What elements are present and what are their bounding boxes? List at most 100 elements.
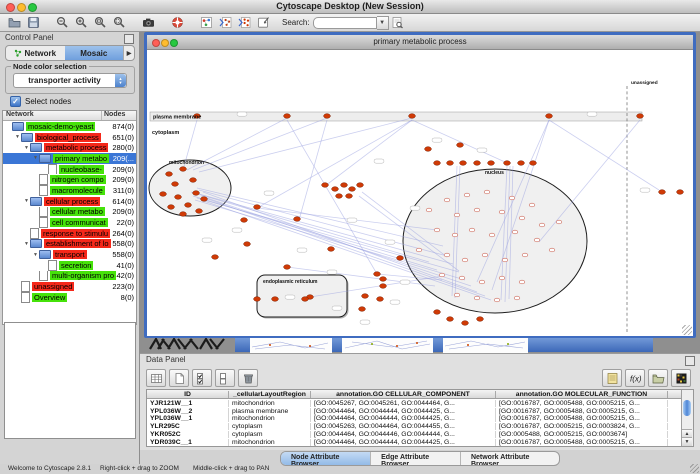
tree-item-nucleobase[interactable]: nucleobase-209(0)	[3, 164, 136, 175]
network-node[interactable]	[462, 258, 468, 262]
tree-item-macromolecule[interactable]: macromolecule311(0)	[3, 185, 136, 196]
network-node[interactable]	[499, 210, 505, 214]
network-node[interactable]	[434, 161, 441, 166]
network-node[interactable]	[346, 194, 353, 199]
network-node[interactable]	[380, 277, 387, 282]
network-window-titlebar[interactable]: primary metabolic process	[147, 35, 693, 50]
expand-arrow-icon[interactable]: ▼	[14, 134, 21, 140]
search-dropdown-button[interactable]: ▼	[377, 16, 389, 30]
network-node[interactable]	[519, 280, 525, 284]
network-node[interactable]	[474, 296, 480, 300]
network-node[interactable]	[302, 297, 309, 302]
expand-arrow-icon[interactable]: ▼	[32, 155, 39, 161]
network-node[interactable]	[374, 272, 381, 277]
network-node[interactable]	[380, 284, 387, 289]
delete-attribute-button[interactable]	[238, 369, 258, 387]
node-color-combobox[interactable]: transporter activity ▲▼	[13, 73, 127, 88]
network-node[interactable]	[659, 190, 666, 195]
tree-item-cellular-process[interactable]: ▼cellular process614(0)	[3, 196, 136, 207]
network-node[interactable]	[457, 143, 464, 148]
network-node[interactable]	[434, 228, 440, 232]
network-node[interactable]	[426, 208, 432, 212]
float-panel-icon[interactable]	[685, 356, 695, 366]
network-node[interactable]	[549, 248, 555, 252]
network-node[interactable]	[180, 212, 187, 217]
network-node[interactable]	[482, 253, 488, 257]
tab-overflow-arrow-icon[interactable]: ▶	[123, 46, 134, 60]
network-node[interactable]	[328, 247, 335, 252]
tree-item-cell-communicat[interactable]: cell communicat22(0)	[3, 217, 136, 228]
network-node[interactable]	[322, 183, 329, 188]
search-input[interactable]	[313, 17, 377, 29]
tree-item-biological-process[interactable]: ▼biological_process651(0)	[3, 132, 136, 143]
advanced-search-button[interactable]	[389, 15, 406, 30]
tree-item-multi-organism-pro[interactable]: multi-organism pro42(0)	[3, 271, 136, 282]
network-node[interactable]	[522, 253, 528, 257]
network-node[interactable]	[341, 183, 348, 188]
tree-item-unassigned[interactable]: unassigned223(0)	[3, 281, 136, 292]
annotation-button[interactable]	[255, 15, 272, 30]
scroll-down-icon[interactable]: ▼	[682, 437, 692, 446]
network-node[interactable]	[454, 213, 460, 217]
network-node[interactable]	[460, 161, 467, 166]
tree-item-overview[interactable]: Overview8(0)	[3, 292, 136, 303]
float-panel-icon[interactable]	[124, 34, 134, 44]
network-node[interactable]	[444, 253, 450, 257]
network-node[interactable]	[637, 114, 644, 119]
network-node[interactable]	[439, 273, 445, 277]
network-node[interactable]	[196, 209, 203, 214]
network-node[interactable]	[530, 161, 537, 166]
column-header-annotation-go-molecular-function[interactable]: annotation.GO MOLECULAR_FUNCTION	[496, 391, 668, 398]
network-node[interactable]	[479, 280, 485, 284]
tree-item-response-to-stimulu[interactable]: response to stimulu264(0)	[3, 228, 136, 239]
zoom-selected-button[interactable]	[92, 15, 109, 30]
tree-item-establishment-of-lo[interactable]: ▼establishment of lo558(0)	[3, 239, 136, 250]
network-node[interactable]	[201, 197, 208, 202]
network-node[interactable]	[509, 196, 515, 200]
network-node[interactable]	[462, 321, 469, 326]
network-node[interactable]	[172, 182, 179, 187]
column-header-id[interactable]: ID	[147, 391, 229, 398]
network-node[interactable]	[185, 203, 192, 208]
formula-note-button[interactable]	[602, 369, 622, 387]
tree-item-mosaic-demo-yeast[interactable]: mosaic-demo-yeast874(0)	[3, 121, 136, 132]
network-node[interactable]	[324, 114, 331, 119]
network-node[interactable]	[499, 276, 505, 280]
network-node[interactable]	[168, 205, 175, 210]
network-node[interactable]	[193, 191, 200, 196]
network-node[interactable]	[512, 230, 518, 234]
save-session-button[interactable]	[25, 15, 42, 30]
network-node[interactable]	[254, 297, 261, 302]
network-node[interactable]	[514, 296, 520, 300]
network-node[interactable]	[444, 198, 450, 202]
expand-arrow-icon[interactable]: ▼	[23, 198, 30, 204]
network-node[interactable]	[349, 187, 356, 192]
network-node[interactable]	[477, 317, 484, 322]
expand-arrow-icon[interactable]: ▼	[32, 252, 39, 258]
network-canvas[interactable]: plasma membranecytoplasmmitochondrionnuc…	[147, 50, 693, 336]
table-row[interactable]: YJR121W__1mitochondrion[GO:0045267, GO:0…	[147, 399, 681, 407]
tab-network[interactable]: Network	[6, 46, 65, 60]
column-header-cellularlayoutregion[interactable]: _cellularLayoutRegion	[229, 391, 311, 398]
tree-item-primary-metabo[interactable]: ▼primary metabo209(...	[3, 153, 136, 164]
network-node[interactable]	[166, 172, 173, 177]
app-resize-grip[interactable]	[690, 464, 699, 473]
network-node[interactable]	[409, 114, 416, 119]
network-node[interactable]	[539, 223, 545, 227]
apply-layout-alt-button[interactable]	[236, 15, 253, 30]
network-node[interactable]	[519, 216, 525, 220]
apply-layout-button[interactable]	[217, 15, 234, 30]
network-node[interactable]	[190, 178, 197, 183]
expand-arrow-icon[interactable]: ▼	[23, 145, 30, 151]
table-row[interactable]: YPL036W__2plasma membrane[GO:0044464, GO…	[147, 407, 681, 415]
table-scrollbar[interactable]: ▲ ▼	[681, 390, 693, 446]
network-node[interactable]	[494, 298, 500, 302]
network-node[interactable]	[425, 147, 432, 152]
tree-item-nitrogen-compo[interactable]: nitrogen compo209(0)	[3, 174, 136, 185]
network-node[interactable]	[336, 194, 343, 199]
network-node[interactable]	[447, 317, 454, 322]
network-node[interactable]	[397, 256, 404, 261]
network-node[interactable]	[175, 195, 182, 200]
network-node[interactable]	[504, 161, 511, 166]
tree-item-metabolic-process[interactable]: ▼metabolic process280(0)	[3, 142, 136, 153]
